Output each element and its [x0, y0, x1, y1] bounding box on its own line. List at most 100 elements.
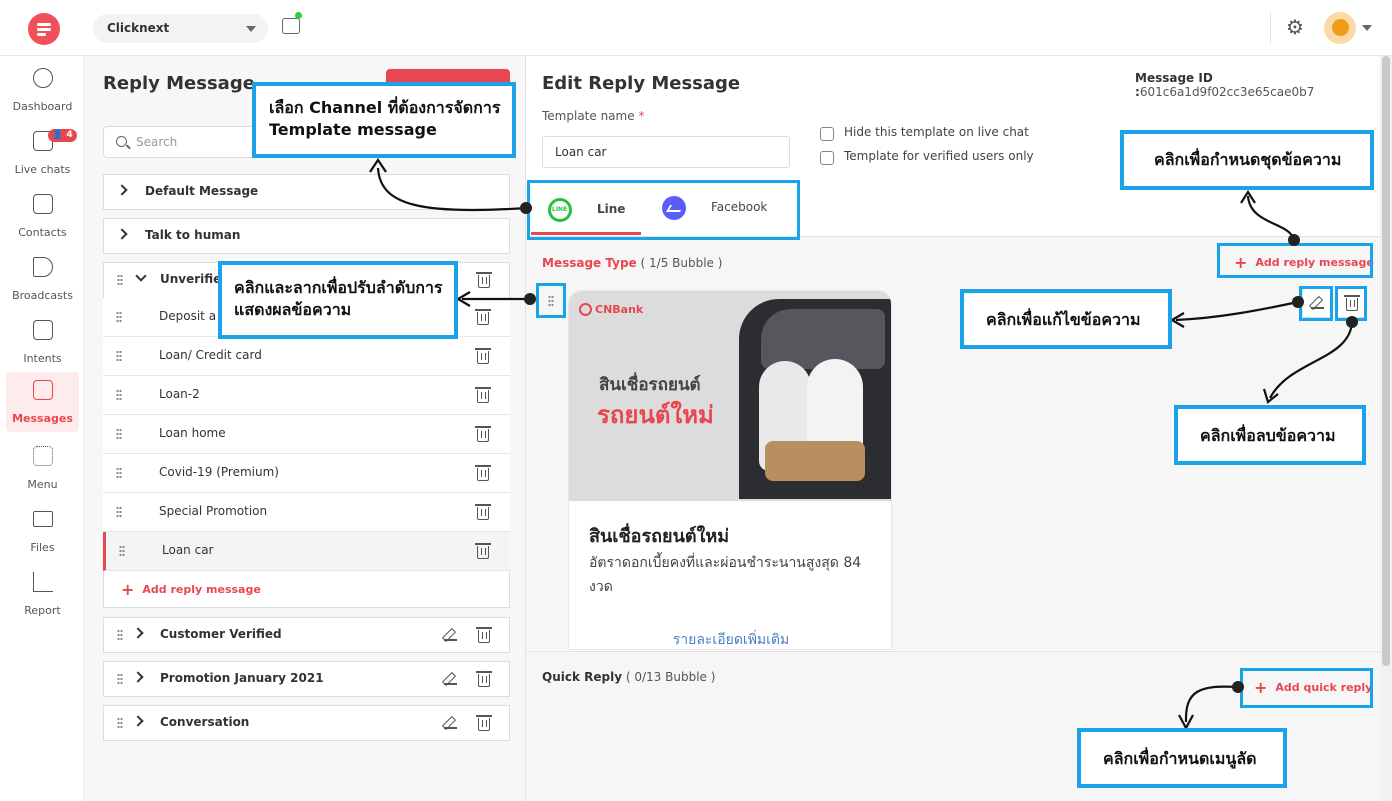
scrollbar-thumb[interactable]: [1382, 56, 1390, 666]
chevron-right-icon: [132, 671, 144, 683]
template-name-input[interactable]: Loan car: [542, 136, 790, 168]
chevron-down-icon[interactable]: [1362, 25, 1372, 31]
sidebar-item-files[interactable]: Files: [6, 501, 79, 561]
chevron-right-icon: [116, 228, 128, 240]
sidebar-item-report[interactable]: Report: [6, 564, 79, 624]
sidebar-item-menu[interactable]: Menu: [6, 438, 79, 498]
list-item[interactable]: Loan-2: [103, 376, 510, 415]
sidebar-item-messages[interactable]: Messages: [6, 372, 79, 432]
drag-handle-icon[interactable]: [117, 717, 123, 729]
trash-icon[interactable]: [476, 715, 492, 731]
annotation-add-message-set: คลิกเพื่อกำหนดชุดข้อความ: [1120, 130, 1374, 190]
list-item[interactable]: Covid-19 (Premium): [103, 454, 510, 493]
verified-users-checkbox[interactable]: [820, 151, 834, 165]
drag-handle-icon[interactable]: [119, 545, 125, 557]
hide-template-checkbox[interactable]: [820, 127, 834, 141]
quick-reply-label: Quick Reply ( 0/13 Bubble ): [542, 670, 716, 684]
sidebar-item-broadcasts[interactable]: Broadcasts: [6, 249, 79, 309]
drag-handle-icon[interactable]: [116, 428, 122, 440]
sidebar-item-label: Messages: [12, 412, 73, 425]
trash-icon[interactable]: [476, 627, 492, 643]
list-item[interactable]: Loan home: [103, 415, 510, 454]
drag-handle-icon[interactable]: [117, 274, 123, 286]
edit-icon[interactable]: [444, 672, 457, 685]
list-item-selected[interactable]: Loan car: [103, 532, 510, 571]
annotation-select-channel: เลือก Channel ที่ต้องการจัดการ Template …: [252, 82, 516, 158]
sidebar-item-contacts[interactable]: Contacts: [6, 186, 79, 246]
trash-icon[interactable]: [475, 387, 491, 403]
sidebar-item-dashboard[interactable]: Dashboard: [6, 60, 79, 120]
list-item-label: Loan home: [159, 426, 226, 440]
trash-icon[interactable]: [475, 309, 491, 325]
drag-handle-icon[interactable]: [116, 506, 122, 518]
grid-icon: [33, 446, 53, 466]
channel-tabs-highlight: [527, 180, 800, 240]
app-logo[interactable]: [28, 13, 60, 45]
message-id-value: 601c6a1d9f02cc3e65cae0b7: [1139, 85, 1315, 99]
drag-handle-icon[interactable]: [116, 467, 122, 479]
list-item-label: Loan-2: [159, 387, 200, 401]
edit-icon[interactable]: [444, 716, 457, 729]
drag-handle-icon[interactable]: [117, 629, 123, 641]
list-item[interactable]: Loan/ Credit card: [103, 337, 510, 376]
sidebar-item-live-chats[interactable]: 👤 4 Live chats: [6, 123, 79, 183]
trash-icon[interactable]: [475, 504, 491, 520]
trash-icon[interactable]: [476, 671, 492, 687]
drag-handle-icon[interactable]: [116, 350, 122, 362]
sidebar-item-label: Intents: [23, 352, 62, 365]
message-bubble-card: CNBank สินเชื่อรถยนต์ รถยนต์ใหม่ สินเชื่…: [568, 290, 892, 650]
group-label: Customer Verified: [160, 627, 282, 641]
drag-handle-icon[interactable]: [116, 389, 122, 401]
person-image: [765, 441, 865, 481]
group-label: Talk to human: [145, 228, 241, 242]
avatar[interactable]: [1324, 12, 1356, 44]
trash-icon[interactable]: [475, 543, 491, 559]
sidebar-item-label: Report: [24, 604, 61, 617]
promo-image-headline: รถยนต์ใหม่: [597, 401, 714, 429]
chevron-down-icon: [246, 26, 256, 32]
list-item[interactable]: Special Promotion: [103, 493, 510, 532]
card-more-link[interactable]: รายละเอียดเพิ่มเติม: [569, 629, 891, 649]
add-reply-message-link[interactable]: + Add reply message: [121, 580, 261, 599]
search-input[interactable]: Search: [103, 126, 263, 158]
promo-image-text: สินเชื่อรถยนต์: [599, 375, 701, 395]
list-item-label: Deposit a: [159, 309, 217, 323]
gear-icon[interactable]: ⚙: [1286, 17, 1306, 37]
list-item-label: Loan car: [162, 543, 214, 557]
unread-badge: 👤 4: [48, 129, 77, 142]
trash-icon[interactable]: [475, 426, 491, 442]
plus-icon: +: [121, 580, 135, 599]
add-reply-label: Add reply message: [142, 583, 261, 596]
list-item-label: Covid-19 (Premium): [159, 465, 279, 479]
workspace-select[interactable]: Clicknext: [93, 14, 268, 43]
delete-button-highlight: [1335, 286, 1367, 321]
chat-status-icon[interactable]: [282, 12, 302, 34]
sidebar-item-label: Dashboard: [12, 100, 73, 113]
contact-card-icon: [33, 194, 53, 214]
annotation-edit-message: คลิกเพื่อแก้ไขข้อความ: [960, 289, 1172, 349]
trash-icon[interactable]: [476, 272, 492, 288]
drag-handle-icon[interactable]: [117, 673, 123, 685]
template-name-label: Template name *: [542, 109, 645, 123]
drag-handle-icon[interactable]: [116, 311, 122, 323]
search-icon: [116, 136, 127, 147]
group-talk-to-human[interactable]: Talk to human: [103, 218, 510, 254]
edit-icon[interactable]: [444, 628, 457, 641]
group-customer-verified[interactable]: Customer Verified: [103, 617, 510, 653]
hide-template-label: Hide this template on live chat: [844, 125, 1029, 139]
group-label: Default Message: [145, 184, 259, 198]
group-default-message[interactable]: Default Message: [103, 174, 510, 210]
sidebar-item-label: Menu: [27, 478, 58, 491]
trash-icon[interactable]: [475, 465, 491, 481]
card-description: อัตราดอกเบี้ยคงที่และผ่อนชำระนานสูงสุด 8…: [589, 555, 862, 595]
edit-button-highlight: [1299, 286, 1333, 321]
group-conversation[interactable]: Conversation: [103, 705, 510, 741]
trash-icon[interactable]: [475, 348, 491, 364]
chevron-right-icon: [132, 627, 144, 639]
required-marker: *: [638, 109, 645, 123]
sidebar-item-intents[interactable]: Intents: [6, 312, 79, 372]
ai-icon: [33, 320, 53, 340]
divider: [1270, 12, 1271, 44]
bank-logo: CNBank: [579, 303, 643, 316]
group-promotion[interactable]: Promotion January 2021: [103, 661, 510, 697]
